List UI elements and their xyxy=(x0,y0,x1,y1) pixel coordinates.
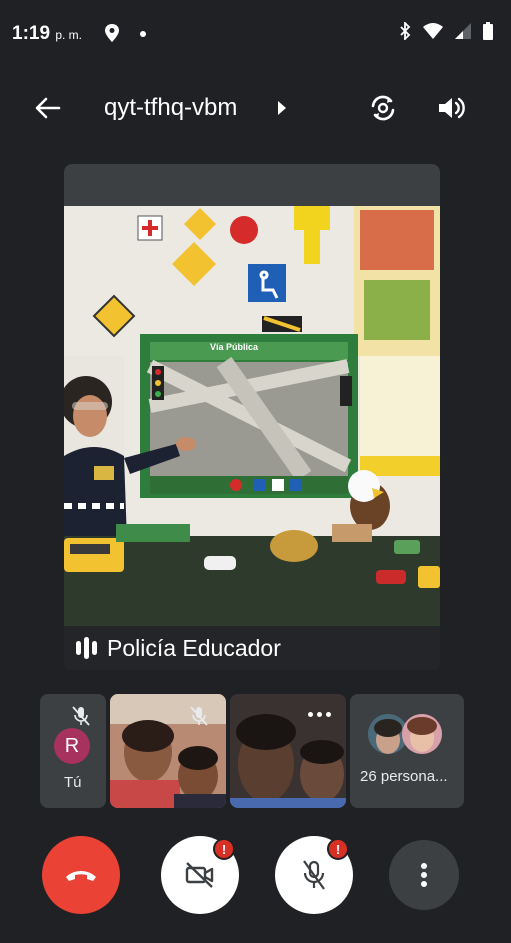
location-icon xyxy=(104,24,120,47)
wifi-icon xyxy=(423,23,443,44)
bluetooth-icon xyxy=(399,20,411,45)
system-icons xyxy=(399,20,493,45)
audio-level-icon xyxy=(76,637,97,659)
meeting-header: qyt-tfhq-vbm xyxy=(0,82,511,134)
mic-off-icon xyxy=(303,860,325,890)
board-title: Vía Pública xyxy=(210,342,259,352)
end-call-button[interactable] xyxy=(42,836,120,914)
notification-dot-icon xyxy=(140,31,146,37)
more-options-button[interactable] xyxy=(389,840,459,910)
more-options-icon[interactable] xyxy=(308,712,331,717)
participant-tile-2[interactable] xyxy=(230,694,346,808)
clock-ampm: p. m. xyxy=(55,28,82,42)
participant-video-1 xyxy=(110,694,226,808)
battery-icon xyxy=(483,22,493,45)
self-tile[interactable]: R Tú xyxy=(40,694,106,808)
clock: 1:19 p. m. xyxy=(12,23,82,45)
clock-time: 1:19 xyxy=(12,23,51,44)
meeting-code[interactable]: qyt-tfhq-vbm xyxy=(104,94,237,122)
camera-off-icon xyxy=(185,862,214,888)
mic-off-icon xyxy=(190,706,208,731)
participant-tile-1[interactable] xyxy=(110,694,226,808)
switch-camera-icon[interactable] xyxy=(366,92,400,124)
mic-warning-badge: ! xyxy=(327,838,349,860)
speaker-icon[interactable] xyxy=(434,92,468,124)
status-bar: 1:19 p. m. xyxy=(0,0,511,64)
tile-caption: Policía Educador xyxy=(64,626,440,670)
main-video-tile[interactable]: Vía Pública Policía Educador xyxy=(64,164,440,670)
avatar: R xyxy=(54,728,90,764)
mic-toggle-button[interactable]: ! xyxy=(275,836,353,914)
camera-warning-badge: ! xyxy=(213,838,235,860)
presenter-name: Policía Educador xyxy=(107,634,281,661)
signal-icon xyxy=(455,23,471,44)
back-arrow-icon[interactable] xyxy=(32,94,64,122)
more-vert-icon xyxy=(421,863,427,887)
presenter-video: Vía Pública xyxy=(64,206,440,626)
hang-up-icon xyxy=(66,871,96,881)
chevron-right-icon[interactable] xyxy=(274,98,290,118)
self-label: Tú xyxy=(64,774,82,791)
participant-avatar xyxy=(402,714,442,754)
camera-toggle-button[interactable]: ! xyxy=(161,836,239,914)
participant-count: 26 persona... xyxy=(360,768,448,785)
more-participants-tile[interactable]: 26 persona... xyxy=(350,694,464,808)
